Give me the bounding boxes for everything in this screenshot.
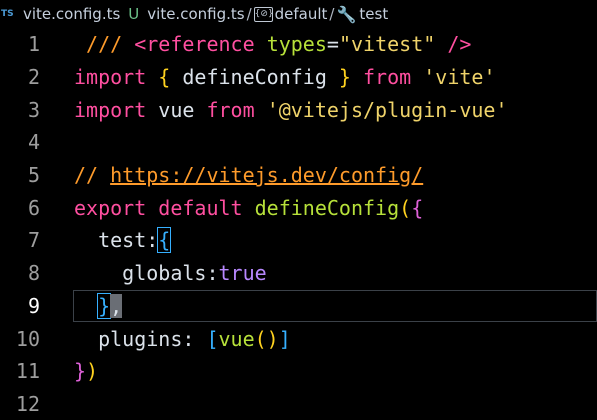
token-bracket-matched: { bbox=[157, 227, 172, 254]
line-number: 1 bbox=[27, 32, 40, 57]
token-bracket: } bbox=[338, 65, 351, 90]
token-attribute: types bbox=[266, 32, 327, 57]
token-bracket: { bbox=[411, 195, 424, 220]
token-identifier: defineConfig bbox=[170, 65, 339, 90]
breadcrumb-separator: / bbox=[246, 5, 252, 23]
code-line[interactable]: 3 import vue from '@vitejs/plugin-vue' bbox=[0, 93, 597, 126]
code-content[interactable]: plugins: [vue()] bbox=[74, 322, 291, 355]
token-bracket-matched: } bbox=[97, 292, 112, 319]
code-line[interactable]: 1 /// <reference types = "vitest" /> bbox=[0, 28, 597, 61]
token-comment: // bbox=[74, 163, 111, 188]
token-keyword: import bbox=[74, 97, 147, 122]
code-content[interactable]: /// <reference types = "vitest" /> bbox=[74, 28, 471, 61]
token-bracket: ) bbox=[86, 359, 99, 384]
code-content[interactable]: export default defineConfig({ bbox=[74, 191, 423, 224]
code-line[interactable]: 12 bbox=[0, 388, 597, 420]
breadcrumb-file-name[interactable]: vite.config.ts bbox=[23, 5, 120, 23]
token-string: 'vite' bbox=[423, 65, 496, 90]
token-function: vue bbox=[218, 326, 255, 351]
code-editor[interactable]: 1 /// <reference types = "vitest" /> 2 imp… bbox=[0, 28, 597, 420]
code-line[interactable]: 7 test:{ bbox=[0, 224, 597, 257]
line-number: 6 bbox=[27, 195, 40, 220]
token-identifier: vue bbox=[146, 97, 207, 122]
token-comment: /// bbox=[86, 32, 135, 57]
token-bracket: { bbox=[158, 65, 171, 90]
token-boolean: true bbox=[218, 261, 267, 286]
code-content[interactable]: // https://vitejs.dev/config/ bbox=[74, 159, 423, 192]
code-line-current[interactable]: 9 }, bbox=[0, 289, 597, 323]
breadcrumb-separator: / bbox=[329, 5, 335, 23]
token-keyword: default bbox=[158, 195, 243, 220]
breadcrumb-item-default[interactable]: default bbox=[275, 5, 328, 23]
line-number: 12 bbox=[15, 391, 40, 416]
token-string: "vitest" bbox=[338, 32, 436, 57]
token-keyword: export bbox=[74, 195, 147, 220]
typescript-file-icon: TS bbox=[1, 9, 14, 19]
token-property: globals: bbox=[74, 261, 219, 286]
git-untracked-badge: U bbox=[128, 5, 140, 23]
breadcrumb-item-file[interactable]: vite.config.ts bbox=[147, 5, 244, 23]
breadcrumb-item-test[interactable]: test bbox=[359, 5, 388, 23]
token-tag: /> bbox=[447, 32, 472, 57]
line-number: 4 bbox=[27, 130, 40, 155]
code-line[interactable]: 4 bbox=[0, 126, 597, 159]
breadcrumb: TS vite.config.ts U vite.config.ts / {⊘}… bbox=[0, 0, 597, 28]
token-bracket: ( bbox=[399, 195, 412, 220]
line-number-active: 9 bbox=[27, 293, 40, 318]
token-bracket: ] bbox=[278, 326, 291, 351]
code-content[interactable]: import { defineConfig } from 'vite' bbox=[74, 61, 495, 94]
token-keyword: from bbox=[206, 97, 255, 122]
line-number: 3 bbox=[27, 97, 40, 122]
code-content[interactable]: test:{ bbox=[74, 224, 172, 257]
code-line[interactable]: 10 plugins: [vue()] bbox=[0, 322, 597, 355]
line-number: 7 bbox=[27, 228, 40, 253]
token-keyword: from bbox=[363, 65, 412, 90]
line-number: 5 bbox=[27, 163, 40, 188]
code-line[interactable]: 8 globals: true bbox=[0, 257, 597, 290]
token-string: '@vitejs/plugin-vue' bbox=[266, 97, 508, 122]
code-content[interactable]: }, bbox=[74, 290, 123, 323]
token-bracket: } bbox=[74, 359, 87, 384]
token-property: plugins: bbox=[74, 326, 207, 351]
code-content[interactable]: import vue from '@vitejs/plugin-vue' bbox=[74, 93, 508, 126]
code-line[interactable]: 2 import { defineConfig } from 'vite' bbox=[0, 61, 597, 94]
line-number: 11 bbox=[15, 359, 40, 384]
code-line[interactable]: 6 export default defineConfig({ bbox=[0, 191, 597, 224]
code-content[interactable]: globals: true bbox=[74, 257, 267, 290]
token-keyword: import bbox=[74, 65, 147, 90]
code-content[interactable]: }) bbox=[74, 355, 98, 388]
line-number: 8 bbox=[27, 261, 40, 286]
token-operator: = bbox=[326, 32, 339, 57]
wrench-icon: 🔧 bbox=[336, 4, 357, 24]
line-number: 2 bbox=[27, 65, 40, 90]
module-icon: {⊘} bbox=[253, 6, 274, 22]
token-function: defineConfig bbox=[254, 195, 400, 220]
token-selected-comma: , bbox=[110, 293, 123, 318]
code-line[interactable]: 11 }) bbox=[0, 355, 597, 388]
token-property: test: bbox=[74, 228, 159, 253]
token-bracket: ) bbox=[266, 326, 279, 351]
token-bracket: [ bbox=[206, 326, 219, 351]
code-line[interactable]: 5 // https://vitejs.dev/config/ bbox=[0, 159, 597, 192]
line-number: 10 bbox=[15, 326, 40, 351]
token-link[interactable]: https://vitejs.dev/config/ bbox=[110, 163, 423, 187]
token-tag: <reference bbox=[134, 32, 255, 57]
token-bracket: ( bbox=[254, 326, 267, 351]
